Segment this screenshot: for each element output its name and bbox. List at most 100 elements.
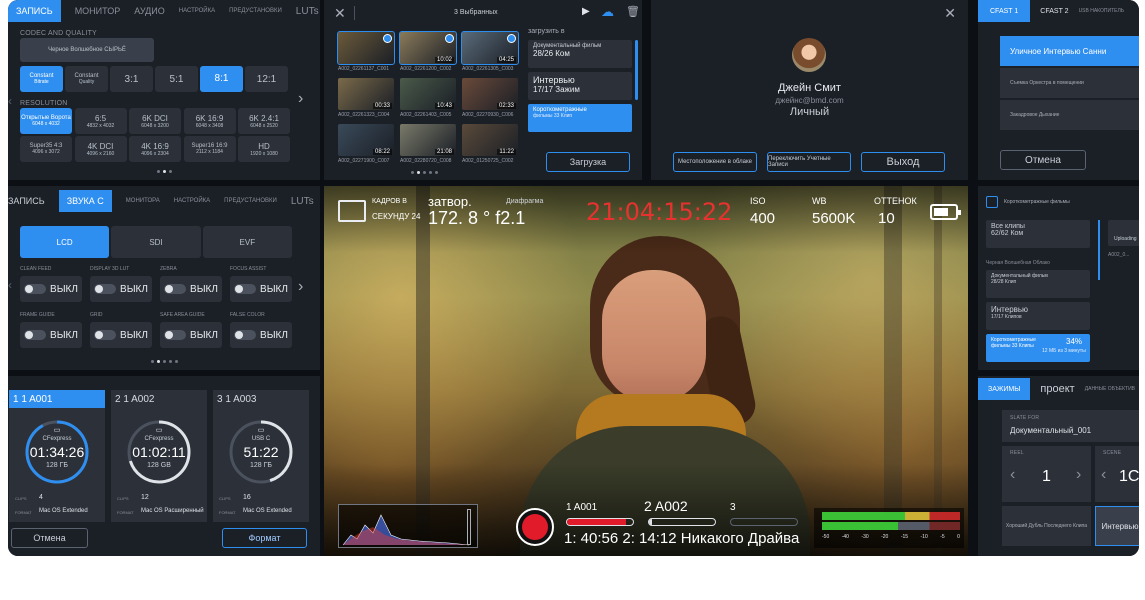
logout-button[interactable]: Выход bbox=[861, 152, 945, 172]
chevron-right-icon[interactable]: › bbox=[298, 90, 303, 108]
clip-thumbnail[interactable]: 10:43 bbox=[400, 78, 456, 110]
monitor-option-toggle[interactable]: ВЫКЛ bbox=[160, 322, 222, 348]
quality-option[interactable]: Constant Bitrate bbox=[20, 66, 63, 92]
clip-thumbnail[interactable] bbox=[337, 31, 395, 65]
quality-option[interactable]: 12:1 bbox=[245, 66, 288, 92]
chevron-left-icon[interactable]: ‹ bbox=[1101, 466, 1106, 484]
cfast-item[interactable]: Закадровое Дыхание bbox=[1000, 100, 1139, 130]
chevron-left-icon[interactable]: ‹ bbox=[8, 94, 12, 108]
monitor-option-toggle[interactable]: ВЫКЛ bbox=[20, 322, 82, 348]
tab-lens-data[interactable]: ДАННЫЕ ОБЪЕКТИВ bbox=[1085, 386, 1135, 392]
destination-item[interactable]: Документальный фильм 28/26 Ком bbox=[528, 40, 632, 68]
tab-clips[interactable]: ЗАЖИМЫ bbox=[978, 378, 1031, 400]
switch-accounts-button[interactable]: Переключить Учетные Записи bbox=[767, 152, 851, 172]
resolution-option[interactable]: HD 1920 x 1080 bbox=[238, 136, 290, 162]
tab-record[interactable]: ЗАПИСЬ bbox=[8, 196, 45, 206]
destination-item[interactable]: Интервью 17/17 Зажим bbox=[528, 72, 632, 100]
interview-tag[interactable]: Интервью bbox=[1095, 506, 1139, 546]
trash-icon[interactable]: 🗑 bbox=[626, 5, 640, 18]
clip-thumbnail[interactable]: 21:08 bbox=[400, 124, 456, 156]
monitor-option-toggle[interactable]: ВЫКЛ bbox=[230, 322, 292, 348]
resolution-option[interactable]: 6:5 4832 x 4032 bbox=[74, 108, 127, 134]
tab-presets[interactable]: ПРЕДУСТАНОВКИ bbox=[224, 198, 277, 204]
good-take-box[interactable]: Хороший Дубль Последнего Клипа bbox=[1002, 506, 1091, 546]
resolution-option[interactable]: 6K 2.4:1 6048 x 2520 bbox=[238, 108, 290, 134]
media-card[interactable]: 1 1 A001 ▭ CFexpress 01:34:26 128 ГБ CLIPS 4 FO… bbox=[9, 390, 105, 522]
format-button[interactable]: Формат bbox=[222, 528, 307, 548]
resolution-option[interactable]: Super35 4:3 4096 x 3072 bbox=[20, 136, 72, 162]
chevron-right-icon[interactable]: › bbox=[298, 278, 303, 296]
resolution-option[interactable]: 4K DCI 4096 x 2160 bbox=[74, 136, 127, 162]
clip-thumbnail[interactable]: 04:25 bbox=[461, 31, 519, 65]
tab-monitor[interactable]: МОНИТОРА bbox=[126, 198, 160, 204]
clip-thumbnail[interactable]: 00:33 bbox=[338, 78, 394, 110]
resolution-option[interactable]: 6K 16:9 6048 x 3408 bbox=[183, 108, 236, 134]
codec-button[interactable]: Черное Волшебное СЫРЬЁ bbox=[20, 38, 154, 62]
resolution-option[interactable]: 6K DCI 6048 x 3200 bbox=[129, 108, 181, 134]
chevron-right-icon[interactable]: › bbox=[1076, 466, 1081, 484]
close-icon[interactable]: ✕ bbox=[944, 5, 956, 22]
scrollbar[interactable] bbox=[635, 40, 638, 100]
frame-guide-icon[interactable] bbox=[338, 200, 366, 222]
tab-cfast2[interactable]: CFAST 2 bbox=[1030, 8, 1078, 15]
tab-project[interactable]: проект bbox=[1040, 383, 1074, 395]
clip-thumbnail[interactable]: 08:22 bbox=[338, 124, 394, 156]
monitor-option-toggle[interactable]: ВЫКЛ bbox=[90, 276, 152, 302]
upload-button[interactable]: Загрузка bbox=[546, 152, 630, 172]
play-icon[interactable]: ▶ bbox=[582, 6, 590, 17]
tab-usb[interactable]: USB НАКОПИТЕЛЬ bbox=[1079, 8, 1125, 14]
monitor-option-toggle[interactable]: ВЫКЛ bbox=[230, 276, 292, 302]
chevron-left-icon[interactable]: ‹ bbox=[1010, 466, 1015, 484]
tab-audio[interactable]: АУДИО bbox=[134, 6, 165, 16]
cloud-upload-icon[interactable]: ☁ bbox=[601, 4, 614, 20]
destination-item[interactable]: Короткометражные фильмы 33 Клип bbox=[528, 104, 632, 132]
viewfinder[interactable]: КАДРОВ В СЕКУНДУ 24 затвор. Диафрагма 17… bbox=[324, 186, 968, 556]
output-evf[interactable]: EVF bbox=[202, 226, 292, 258]
tab-audio-active[interactable]: ЗВУКА С bbox=[58, 190, 112, 212]
tab-setup[interactable]: НАСТРОЙКА bbox=[174, 198, 210, 204]
iso-value[interactable]: 400 bbox=[750, 210, 775, 227]
scrollbar[interactable] bbox=[1098, 220, 1100, 280]
resolution-option[interactable]: Super16 16:9 2112 x 1184 bbox=[183, 136, 236, 162]
tab-record[interactable]: ЗАПИСЬ bbox=[8, 0, 61, 22]
shutter-aperture-value[interactable]: 172. 8 ° f2.1 bbox=[428, 208, 525, 229]
output-sdi[interactable]: SDI bbox=[111, 226, 201, 258]
record-button[interactable] bbox=[516, 508, 554, 546]
monitor-option-toggle[interactable]: ВЫКЛ bbox=[90, 322, 152, 348]
cancel-button[interactable]: Отмена bbox=[1000, 150, 1086, 170]
cancel-button[interactable]: Отмена bbox=[11, 528, 88, 548]
clip-thumbnail[interactable]: 02:33 bbox=[462, 78, 518, 110]
resolution-option[interactable]: Открытые Ворота 6048 x 4032 bbox=[20, 108, 72, 134]
shutter-label[interactable]: затвор. bbox=[428, 194, 472, 209]
quality-option[interactable]: Constant Quality bbox=[65, 66, 108, 92]
clip-thumbnail[interactable]: 11:22 bbox=[462, 124, 518, 156]
monitor-option-toggle[interactable]: ВЫКЛ bbox=[20, 276, 82, 302]
wb-value[interactable]: 5600K bbox=[812, 210, 855, 227]
close-icon[interactable]: ✕ bbox=[334, 5, 346, 22]
quality-option[interactable]: 8:1 bbox=[200, 66, 243, 92]
tab-presets[interactable]: ПРЕДУСТАНОВКИ bbox=[229, 8, 282, 14]
tab-luts[interactable]: LUTs bbox=[291, 196, 314, 207]
clip-thumbnail[interactable]: 10:02 bbox=[399, 31, 457, 65]
library-item[interactable]: Документальный фильм 28/28 Клип bbox=[986, 270, 1090, 298]
slate-for-box[interactable]: SLATE FOR Документальный_001 bbox=[1002, 410, 1139, 442]
tab-setup[interactable]: НАСТРОЙКА bbox=[179, 8, 215, 14]
resolution-option[interactable]: 4K 16:9 4096 x 2304 bbox=[129, 136, 181, 162]
tab-cfast1[interactable]: CFAST 1 bbox=[978, 0, 1031, 22]
library-item[interactable]: Интервью 17/17 Клипов bbox=[986, 302, 1090, 330]
sidebar-icon[interactable] bbox=[986, 196, 998, 208]
tint-value[interactable]: 10 bbox=[878, 210, 895, 227]
cloud-storage-button[interactable]: Местоположение в облаке bbox=[673, 152, 757, 172]
chevron-left-icon[interactable]: ‹ bbox=[8, 278, 12, 292]
output-lcd[interactable]: LCD bbox=[20, 226, 110, 258]
cfast-item[interactable]: Съемка Оркестра в помещении bbox=[1000, 68, 1139, 98]
monitor-option-toggle[interactable]: ВЫКЛ bbox=[160, 276, 222, 302]
quality-option[interactable]: 3:1 bbox=[110, 66, 153, 92]
media-card[interactable]: 3 1 A003 ▭ USB C 51:22 128 ГБ CLIPS 16 FORMAT Ma… bbox=[213, 390, 309, 522]
tab-monitor[interactable]: МОНИТОР bbox=[75, 6, 121, 16]
tab-luts[interactable]: LUTs bbox=[296, 6, 319, 17]
media-card[interactable]: 2 1 A002 ▭ CFexpress 01:02:11 128 GB CLIPS 12 F… bbox=[111, 390, 207, 522]
all-clips-item[interactable]: Все клипы 62/62 Ком bbox=[986, 220, 1090, 248]
quality-option[interactable]: 5:1 bbox=[155, 66, 198, 92]
cfast-item[interactable]: Уличное Интервью Санни bbox=[1000, 36, 1139, 66]
